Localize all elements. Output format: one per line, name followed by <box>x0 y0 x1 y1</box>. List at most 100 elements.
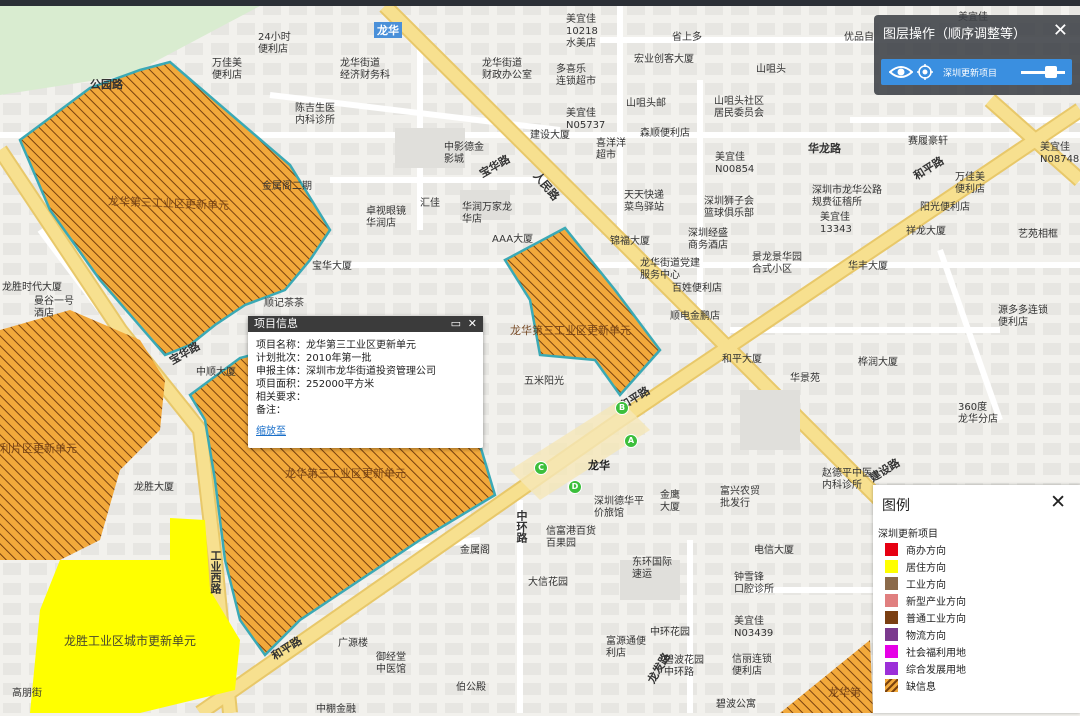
eye-icon[interactable] <box>889 65 913 79</box>
legend-swatch <box>885 679 898 692</box>
poi-label[interactable]: 龙华街道 经济财务科 <box>340 58 390 82</box>
opacity-slider-knob[interactable] <box>1045 66 1057 78</box>
popup-row: 申报主体：深圳市龙华街道投资管理公司 <box>256 366 436 377</box>
poi-label[interactable]: 万佳美 便利店 <box>212 58 242 82</box>
poi-label[interactable]: 水美店 <box>566 38 596 50</box>
poi-label[interactable]: 阳光便利店 <box>920 202 970 214</box>
poi-label[interactable]: 顺电金鹏店 <box>670 311 720 323</box>
poi-label[interactable]: 汇佳 <box>420 198 440 210</box>
poi-label[interactable]: 建设大厦 <box>530 130 570 142</box>
poi-label[interactable]: 锦福大厦 <box>610 236 650 248</box>
poi-label[interactable]: 百姓便利店 <box>672 283 722 295</box>
close-icon[interactable]: ✕ <box>1053 20 1068 41</box>
poi-label[interactable]: 华润万家龙 华店 <box>462 202 512 226</box>
poi-label[interactable]: 龙华街道 财政办公室 <box>482 58 532 82</box>
poi-label[interactable]: 华丰大厦 <box>848 261 888 273</box>
poi-label[interactable]: 省上多 <box>672 32 702 44</box>
layer-item-shenzhen-renewal[interactable]: 深圳更新项目 <box>881 59 1072 85</box>
poi-label[interactable]: 美宜佳 N05737 <box>566 108 605 132</box>
poi-label[interactable]: 龙华街道党建 服务中心 <box>640 258 700 282</box>
metro-exit-marker[interactable]: B <box>615 401 629 415</box>
poi-label[interactable]: 美宜佳 N08748 <box>1040 142 1079 166</box>
legend-category: 深圳更新项目 <box>878 529 938 540</box>
poi-label[interactable]: 广源楼 <box>338 638 368 650</box>
poi-label[interactable]: 五米阳光 <box>524 376 564 388</box>
poi-label[interactable]: 宝华大厦 <box>312 261 352 273</box>
poi-label[interactable]: 东环国际 速运 <box>632 557 672 581</box>
legend-label: 物流方向 <box>906 631 946 642</box>
zoom-to-link[interactable]: 缩放至 <box>256 425 286 438</box>
close-icon[interactable]: ✕ <box>468 316 477 332</box>
poi-label[interactable]: 天天快递 菜鸟驿站 <box>624 190 664 214</box>
poi-label[interactable]: 深圳市龙华公路 规费征稽所 <box>812 185 882 209</box>
poi-label[interactable]: 山咀头 <box>756 64 786 76</box>
poi-label[interactable]: 深圳狮子会 篮球俱乐部 <box>704 196 754 220</box>
maximize-icon[interactable]: ▭ <box>451 316 461 332</box>
close-icon[interactable]: ✕ <box>1050 491 1066 513</box>
poi-label[interactable]: 艺苑相框 <box>1018 229 1058 241</box>
legend-swatch <box>885 662 898 675</box>
popup-row: 备注： <box>256 405 286 416</box>
poi-label[interactable]: 多喜乐 连锁超市 <box>556 64 596 88</box>
unit-label: 龙华第三工业区更新单元 <box>285 467 406 480</box>
poi-label[interactable]: 龙胜大厦 <box>134 482 174 494</box>
poi-label[interactable]: 碧波花园 中环路 <box>664 655 704 679</box>
poi-label[interactable]: 富兴农贸 批发行 <box>720 486 760 510</box>
poi-label[interactable]: 万佳美 便利店 <box>955 172 985 196</box>
poi-label[interactable]: 顺记茶茶 <box>264 298 304 310</box>
poi-label[interactable]: 龙胜时代大厦 <box>2 282 62 294</box>
poi-label[interactable]: 优品自 <box>844 32 874 44</box>
poi-label[interactable]: 金属阁 <box>460 545 490 557</box>
poi-label[interactable]: 景龙景华园 合式小区 <box>752 252 802 276</box>
poi-label[interactable]: 喜洋洋 超市 <box>596 138 626 162</box>
legend-swatch <box>885 611 898 624</box>
metro-exit-marker[interactable]: D <box>568 480 582 494</box>
poi-label[interactable]: 美宜佳 N00854 <box>715 152 754 176</box>
poi-label[interactable]: 中影德金 影城 <box>444 142 484 166</box>
poi-label[interactable]: 中棚金融 <box>316 704 356 716</box>
poi-label[interactable]: 山咀头社区 居民委员会 <box>714 96 764 120</box>
opacity-slider-track[interactable] <box>1021 71 1065 74</box>
poi-label[interactable]: 24小时 便利店 <box>258 32 291 56</box>
poi-label[interactable]: 森顺便利店 <box>640 128 690 140</box>
poi-label[interactable]: 桦润大厦 <box>858 357 898 369</box>
poi-label[interactable]: 钟雪锋 口腔诊所 <box>734 572 774 596</box>
locate-icon[interactable] <box>917 64 933 80</box>
poi-label[interactable]: 美宜佳 N03439 <box>734 616 773 640</box>
poi-label[interactable]: 源多多连锁 便利店 <box>998 305 1048 329</box>
poi-label[interactable]: 美宜佳 13343 <box>820 212 852 236</box>
poi-label[interactable]: 碧波公寓 <box>716 699 756 711</box>
poi-label[interactable]: 电信大厦 <box>754 545 794 557</box>
metro-exit-marker[interactable]: C <box>534 461 548 475</box>
poi-label[interactable]: 赛履豪轩 <box>908 136 948 148</box>
poi-label[interactable]: 和平大厦 <box>722 354 762 366</box>
popup-row: 项目名称：龙华第三工业区更新单元 <box>256 340 416 351</box>
poi-label[interactable]: 宏业创客大厦 <box>634 54 694 66</box>
poi-label[interactable]: 曼谷一号 酒店 <box>34 296 74 320</box>
poi-label[interactable]: 陈吉生医 内科诊所 <box>295 103 335 127</box>
poi-label[interactable]: 360度 龙华分店 <box>958 402 998 426</box>
poi-label[interactable]: 中顺大厦 <box>196 367 236 379</box>
poi-label[interactable]: 山咀头邮 <box>626 98 666 110</box>
poi-label[interactable]: 信富港百货 百果园 <box>546 526 596 550</box>
poi-label[interactable]: 高朋街 <box>12 688 42 700</box>
poi-label[interactable]: 大信花园 <box>528 577 568 589</box>
poi-label[interactable]: 金鹰 大厦 <box>660 490 680 514</box>
legend-label: 工业方向 <box>906 580 946 591</box>
poi-label[interactable]: 赵德平中医 内科诊所 <box>822 468 872 492</box>
poi-label[interactable]: 卓视眼镜 华润店 <box>366 206 406 230</box>
poi-label[interactable]: 信丽连锁 便利店 <box>732 654 772 678</box>
poi-label[interactable]: 祥龙大厦 <box>906 226 946 238</box>
poi-label[interactable]: 富源通便 利店 <box>606 636 646 660</box>
poi-label[interactable]: 金属阁二期 <box>262 181 312 193</box>
metro-exit-marker[interactable]: A <box>624 434 638 448</box>
road-label: 华龙路 <box>808 142 841 155</box>
poi-label[interactable]: 深圳经盛 商务酒店 <box>688 228 728 252</box>
poi-label[interactable]: 华景苑 <box>790 373 820 385</box>
poi-label[interactable]: 伯公殿 <box>456 682 486 694</box>
poi-label[interactable]: AAA大厦 <box>492 234 533 246</box>
poi-label[interactable]: 深圳德华平 价旅馆 <box>594 496 644 520</box>
poi-label[interactable]: 御经堂 中医馆 <box>376 652 406 676</box>
poi-label[interactable]: 美宜佳 10218 <box>566 14 598 38</box>
poi-label[interactable]: 中环花园 <box>650 627 690 639</box>
